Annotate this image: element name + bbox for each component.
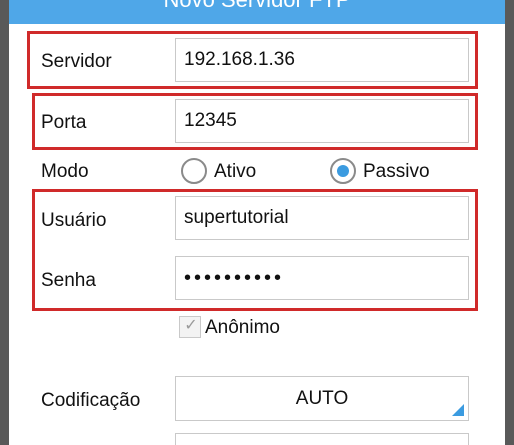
port-input[interactable]: 12345 <box>175 99 469 143</box>
dialog-title: Novo Servidor FTP <box>9 0 505 14</box>
form-content: Servidor 192.168.1.36 Porta 12345 Modo A… <box>9 24 505 445</box>
port-label: Porta <box>41 112 87 133</box>
user-label: Usuário <box>41 210 107 231</box>
radio-selected-dot <box>337 165 349 177</box>
ftp-server-dialog: Novo Servidor FTP Servidor 192.168.1.36 … <box>0 0 514 445</box>
mode-passivo-radio[interactable] <box>330 158 356 184</box>
anonymous-checkbox[interactable]: ✓ <box>179 316 201 338</box>
dialog-frame-left <box>0 0 9 445</box>
dialog-frame-right <box>505 0 514 445</box>
encoding-select[interactable]: AUTO <box>175 376 469 421</box>
encoding-label: Codificação <box>41 390 141 411</box>
password-label: Senha <box>41 270 96 291</box>
server-input[interactable]: 192.168.1.36 <box>175 38 469 82</box>
server-label: Servidor <box>41 51 112 72</box>
mode-passivo-label[interactable]: Passivo <box>363 160 430 184</box>
checkmark-icon: ✓ <box>184 317 198 334</box>
user-input[interactable]: supertutorial <box>175 196 469 240</box>
dropdown-corner-icon <box>452 404 464 416</box>
mode-label: Modo <box>41 161 89 182</box>
anonymous-label[interactable]: Anônimo <box>205 316 280 340</box>
next-field-partial[interactable] <box>175 433 469 445</box>
password-input[interactable]: •••••••••• <box>175 256 469 300</box>
mode-ativo-label[interactable]: Ativo <box>214 160 256 184</box>
encoding-value: AUTO <box>295 388 349 409</box>
dialog-title-bar: Novo Servidor FTP <box>9 0 505 24</box>
mode-ativo-radio[interactable] <box>181 158 207 184</box>
